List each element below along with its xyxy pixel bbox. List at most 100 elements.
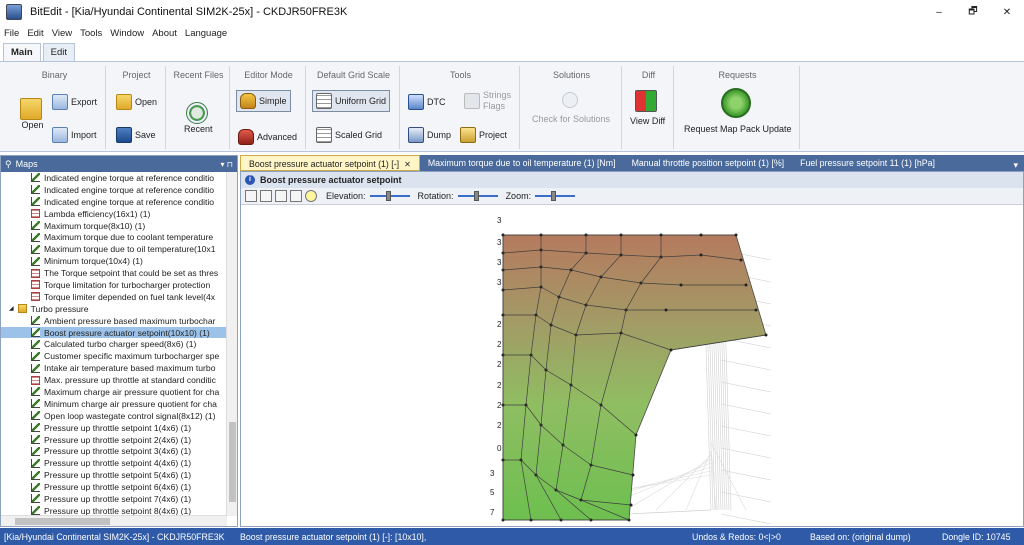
tools-project-button[interactable]: Project [460, 127, 507, 143]
mesh-node [679, 283, 683, 287]
simple-mode-button[interactable]: Simple [236, 90, 291, 112]
strings-flags-button[interactable]: Strings Flags [464, 90, 511, 112]
tree-map-item[interactable]: Ambient pressure based maximum turbochar [1, 315, 227, 327]
editor-title-bar: i Boost pressure actuator setpoint [241, 172, 1023, 188]
table-view-icon[interactable] [260, 190, 272, 202]
tree-map-item[interactable]: Pressure up throttle setpoint 7(4x6) (1) [1, 493, 227, 505]
layers-icon[interactable] [290, 190, 302, 202]
tree-map-item[interactable]: Open loop wastegate control signal(8x12)… [1, 410, 227, 422]
bulb-icon[interactable] [305, 190, 317, 202]
tree-map-item[interactable]: Maximum torque due to coolant temperatur… [1, 231, 227, 243]
check-solutions-button[interactable]: Check for Solutions [532, 92, 610, 124]
document-tab[interactable]: Boost pressure actuator setpoint (1) [-]… [240, 155, 420, 171]
dump-button[interactable]: Dump [408, 127, 451, 143]
tree-item-label: Pressure up throttle setpoint 1(4x6) (1) [44, 422, 192, 433]
rotation-slider[interactable] [457, 191, 498, 201]
tree-map-item[interactable]: Indicated engine torque at reference con… [1, 196, 227, 208]
document-tab[interactable]: Manual throttle position setpoint (1) [%… [624, 155, 793, 171]
tree-map-item[interactable]: Max. pressure up throttle at standard co… [1, 374, 227, 386]
tree-map-item[interactable]: Pressure up throttle setpoint 6(4x6) (1) [1, 481, 227, 493]
scaled-grid-button[interactable]: Scaled Grid [316, 127, 382, 143]
info-icon: i [245, 175, 255, 185]
map-3d-icon [31, 256, 40, 266]
tree-map-item[interactable]: Torque limiter depended on fuel tank lev… [1, 291, 227, 303]
expand-arrow-icon[interactable]: ◢ [9, 305, 14, 312]
tree-folder[interactable]: ◢ Turbo pressure [1, 303, 227, 315]
tree-map-item[interactable]: Intake air temperature based maximum tur… [1, 362, 227, 374]
tree-vertical-scrollbar[interactable] [226, 172, 237, 516]
status-undo: Undos & Redos: 0<|>0 [692, 531, 781, 542]
tab-edit[interactable]: Edit [42, 43, 76, 62]
menu-window[interactable]: Window [110, 28, 144, 39]
tree-map-item[interactable]: Pressure up throttle setpoint 4(4x6) (1) [1, 457, 227, 469]
tree-vertical-thumb[interactable] [229, 422, 236, 502]
tree-map-item[interactable]: Torque limitation for turbocharger prote… [1, 279, 227, 291]
document-tab[interactable]: Fuel pressure setpoint 11 (1) [hPa] [792, 155, 943, 171]
save-button[interactable]: Save [116, 127, 156, 143]
tree-map-item[interactable]: Maximum torque(8x10) (1) [1, 220, 227, 232]
maps-pane-title: Maps [15, 159, 38, 169]
dtc-button[interactable]: DTC [408, 94, 446, 110]
menu-tools[interactable]: Tools [80, 28, 102, 39]
pane-pin-icon[interactable]: ▾ ⊓ [221, 160, 233, 169]
ribbon-tabs: Main Edit [0, 42, 1024, 62]
tab-list-dropdown-icon[interactable]: ▾ [1013, 160, 1018, 171]
recent-button[interactable]: Recent [184, 102, 213, 134]
import-button[interactable]: Import [52, 127, 97, 143]
mesh-node [734, 233, 738, 237]
uniform-grid-button[interactable]: Uniform Grid [312, 90, 391, 112]
request-update-button[interactable]: Request Map Pack Update [684, 88, 792, 134]
menu-bar: File Edit View Tools Window About Langua… [0, 24, 1024, 42]
view-diff-button[interactable]: View Diff [630, 90, 665, 126]
elevation-slider[interactable] [369, 191, 410, 201]
tree-map-item[interactable]: Indicated engine torque at reference con… [1, 172, 227, 184]
tree-map-item[interactable]: Minimum charge air pressure quotient for… [1, 398, 227, 410]
tree-map-item[interactable]: Pressure up throttle setpoint 2(4x6) (1) [1, 434, 227, 446]
binary-open-label: Open [21, 120, 44, 130]
menu-about[interactable]: About [152, 28, 177, 39]
surface-plot[interactable]: 3 3 3 3 2 2 2 2 2 2 0 3 5 7 [241, 205, 1023, 526]
tree-horizontal-scrollbar[interactable] [1, 515, 227, 526]
menu-language[interactable]: Language [185, 28, 227, 39]
tree-map-item[interactable]: The Torque setpoint that could be set as… [1, 267, 227, 279]
tree-item-label: Indicated engine torque at reference con… [44, 196, 215, 207]
tree-map-item[interactable]: Indicated engine torque at reference con… [1, 184, 227, 196]
tree-map-item[interactable]: Pressure up throttle setpoint 3(4x6) (1) [1, 445, 227, 457]
tree-map-item[interactable]: Pressure up throttle setpoint 5(4x6) (1) [1, 469, 227, 481]
tree-map-item[interactable]: Customer specific maximum turbocharger s… [1, 350, 227, 362]
group-title-project: Project [122, 70, 151, 80]
map-3d-icon [31, 244, 40, 254]
tree-map-item[interactable]: Pressure up throttle setpoint 1(4x6) (1) [1, 422, 227, 434]
axis-tick-label: 2 [497, 320, 502, 329]
close-button[interactable]: ✕ [990, 0, 1024, 24]
close-tab-icon[interactable]: ✕ [404, 160, 411, 169]
group-requests: Requests Request Map Pack Update [676, 66, 800, 149]
map-table-icon [31, 280, 40, 290]
menu-file[interactable]: File [4, 28, 19, 39]
document-tab[interactable]: Maximum torque due to oil temperature (1… [420, 155, 624, 171]
binary-open-button[interactable]: Open [20, 98, 45, 130]
status-ecu: [Kia/Hyundai Continental SIM2K-25x] - CK… [4, 531, 225, 542]
tree-horizontal-thumb[interactable] [15, 518, 110, 525]
tree-map-item[interactable]: Maximum charge air pressure quotient for… [1, 386, 227, 398]
minimize-button[interactable]: – [922, 0, 956, 24]
zoom-slider[interactable] [535, 191, 576, 201]
restore-button[interactable]: 🗗 [956, 0, 990, 24]
window-controls: – 🗗 ✕ [922, 0, 1024, 24]
search-icon[interactable]: ⚲ [5, 159, 12, 170]
advanced-mode-button[interactable]: Advanced [238, 129, 297, 145]
tree-map-item[interactable]: Lambda efficiency(16x1) (1) [1, 208, 227, 220]
chart-view-icon[interactable] [245, 190, 257, 202]
tree-map-item[interactable]: Minimum torque(10x4) (1) [1, 255, 227, 267]
export-button[interactable]: Export [52, 94, 97, 110]
tree-map-item[interactable]: Calculated turbo charger speed(8x6) (1) [1, 338, 227, 350]
map-table-icon [31, 292, 40, 302]
menu-view[interactable]: View [52, 28, 72, 39]
tree-map-item[interactable]: Maximum torque due to oil temperature(10… [1, 243, 227, 255]
tree-map-item[interactable]: Boost pressure actuator setpoint(10x10) … [1, 326, 227, 339]
tab-main[interactable]: Main [3, 43, 41, 62]
surface-plot-area[interactable]: 3 3 3 3 2 2 2 2 2 2 0 3 5 7 [241, 205, 1023, 526]
project-open-button[interactable]: Open [116, 94, 157, 110]
swap-axes-icon[interactable] [275, 190, 287, 202]
menu-edit[interactable]: Edit [27, 28, 43, 39]
